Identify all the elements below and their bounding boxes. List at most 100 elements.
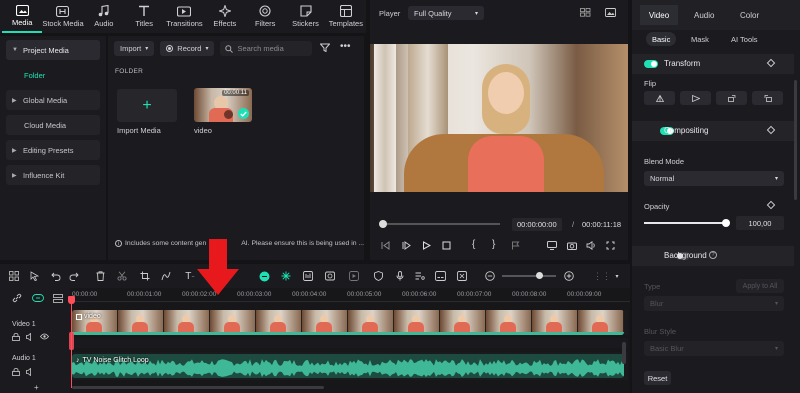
- text-add-icon[interactable]: T..: [184, 270, 196, 282]
- panel-scrollbar[interactable]: [794, 80, 797, 200]
- reset-button[interactable]: Reset: [644, 371, 671, 385]
- fullscreen-icon[interactable]: [606, 241, 615, 250]
- filter-sort-icon[interactable]: [320, 43, 330, 52]
- mark-out-icon[interactable]: }: [492, 239, 495, 250]
- record-dropdown[interactable]: Record ▾: [160, 41, 215, 56]
- more-options-icon[interactable]: •••: [340, 41, 351, 52]
- freeze-frame-icon[interactable]: [348, 270, 360, 282]
- microphone-icon[interactable]: [394, 270, 406, 282]
- tab-filters[interactable]: Filters: [245, 0, 285, 33]
- sidebar-item-global-media[interactable]: ▶ Global Media: [6, 90, 100, 110]
- previous-frame-icon[interactable]: [381, 241, 390, 250]
- keyframe-diamond-icon[interactable]: [766, 200, 776, 210]
- flip-horizontal-button[interactable]: [680, 91, 711, 105]
- import-dropdown[interactable]: Import ▾: [114, 41, 155, 56]
- rotate-left-button[interactable]: [716, 91, 747, 105]
- scrubber-handle[interactable]: [379, 220, 387, 228]
- tab-color[interactable]: Color: [740, 11, 759, 20]
- zoom-out-icon[interactable]: [484, 270, 496, 282]
- quality-dropdown[interactable]: Full Quality ▾: [408, 6, 484, 20]
- snapshot-image-icon[interactable]: [605, 8, 616, 17]
- stop-icon[interactable]: [442, 241, 451, 250]
- play-icon[interactable]: [422, 241, 431, 250]
- help-icon[interactable]: ?: [709, 251, 717, 259]
- video-clip-thumbnail[interactable]: 00:00:11: [194, 88, 252, 122]
- video-clip[interactable]: video: [72, 310, 624, 335]
- track-manager-icon[interactable]: [53, 294, 63, 303]
- video-preview[interactable]: [370, 44, 628, 192]
- tab-titles[interactable]: Titles: [124, 0, 164, 33]
- track-lock-icon[interactable]: [12, 368, 20, 376]
- subtab-mask[interactable]: Mask: [691, 35, 709, 44]
- tab-effects[interactable]: Effects: [205, 0, 245, 33]
- tab-stickers[interactable]: Stickers: [285, 0, 325, 33]
- undo-icon[interactable]: [50, 270, 62, 282]
- opacity-value-field[interactable]: 100,00: [736, 216, 784, 230]
- sidebar-item-folder[interactable]: Folder: [6, 65, 100, 85]
- color-match-icon[interactable]: [258, 270, 270, 282]
- grid-view-icon[interactable]: [580, 8, 591, 17]
- blend-mode-select[interactable]: Normal ▾: [644, 171, 784, 186]
- timeline-hscrollbar[interactable]: [72, 386, 324, 389]
- opacity-slider[interactable]: [644, 219, 730, 227]
- magnet-snap-icon[interactable]: [32, 294, 44, 302]
- clip-replace-icon[interactable]: [324, 270, 336, 282]
- import-media-tile[interactable]: +: [117, 89, 177, 122]
- track-lock-icon[interactable]: [12, 333, 20, 341]
- shield-mask-icon[interactable]: [372, 270, 384, 282]
- zoom-slider[interactable]: [502, 272, 556, 279]
- drag-handle-icon[interactable]: ⋮⋮: [593, 270, 611, 282]
- playhead-handle[interactable]: [68, 296, 75, 304]
- subtitles-icon[interactable]: [434, 270, 446, 282]
- volume-icon[interactable]: [586, 241, 596, 250]
- type-select[interactable]: Blur ▾: [644, 296, 784, 311]
- apply-to-all-button[interactable]: Apply to All: [736, 279, 784, 293]
- add-track-icon[interactable]: +: [34, 384, 39, 392]
- track-mute-icon[interactable]: [26, 333, 34, 341]
- timeline-vscrollbar[interactable]: [622, 342, 626, 364]
- tab-video[interactable]: Video: [640, 5, 678, 25]
- link-icon[interactable]: [12, 293, 22, 303]
- subtab-ai-tools[interactable]: AI Tools: [731, 35, 758, 44]
- tab-audio-properties[interactable]: Audio: [694, 11, 714, 20]
- redo-icon[interactable]: [68, 270, 80, 282]
- search-input[interactable]: [237, 44, 308, 53]
- camera-snapshot-icon[interactable]: [567, 241, 577, 250]
- display-monitor-icon[interactable]: [547, 241, 557, 250]
- track-visibility-eye-icon[interactable]: [40, 333, 49, 340]
- sidebar-item-editing-presets[interactable]: ▶ Editing Presets: [6, 140, 100, 160]
- zoom-in-icon[interactable]: [563, 270, 575, 282]
- subtab-basic[interactable]: Basic: [646, 32, 677, 46]
- track-mute-icon[interactable]: [26, 368, 34, 376]
- mark-in-icon[interactable]: {: [472, 239, 475, 250]
- sidebar-item-influence-kit[interactable]: ▶ Influence Kit: [6, 165, 100, 185]
- delete-trash-icon[interactable]: [94, 270, 106, 282]
- play-clip-icon[interactable]: [402, 241, 411, 250]
- select-cursor-icon[interactable]: [28, 270, 40, 282]
- sidebar-item-project-media[interactable]: ▼ Project Media: [6, 40, 100, 60]
- time-ruler[interactable]: 00:00:00 00:00:01:00 00:00:02:00 00:00:03:0…: [70, 288, 630, 302]
- crop-icon[interactable]: [139, 270, 151, 282]
- cut-scissors-icon[interactable]: [116, 270, 128, 282]
- tab-audio[interactable]: Audio: [84, 0, 124, 33]
- tab-templates[interactable]: Templates: [326, 0, 366, 33]
- transform-toggle[interactable]: [644, 60, 658, 68]
- audio-sync-icon[interactable]: [302, 270, 314, 282]
- zoom-slider-handle[interactable]: [536, 272, 543, 279]
- layout-grid-icon[interactable]: [8, 270, 20, 282]
- sidebar-item-cloud-media[interactable]: Cloud Media: [6, 115, 100, 135]
- flip-vertical-button[interactable]: [644, 91, 675, 105]
- playhead-trim-handle[interactable]: [69, 332, 74, 350]
- audio-clip[interactable]: ♪ TV Noise Glitch Loop: [72, 354, 624, 378]
- ai-sparkle-icon[interactable]: [280, 270, 292, 282]
- tab-media[interactable]: Media: [2, 0, 43, 33]
- marker-flag-icon[interactable]: [511, 241, 520, 250]
- tab-transitions[interactable]: Transitions: [164, 0, 204, 33]
- blur-style-select[interactable]: Basic Blur ▾: [644, 341, 784, 356]
- voiceover-list-icon[interactable]: [414, 270, 426, 282]
- opacity-slider-handle[interactable]: [722, 219, 730, 227]
- search-box[interactable]: [220, 41, 313, 56]
- chevron-down-icon[interactable]: ▾: [611, 270, 623, 282]
- rotate-right-button[interactable]: [752, 91, 783, 105]
- snap-icon[interactable]: [456, 270, 468, 282]
